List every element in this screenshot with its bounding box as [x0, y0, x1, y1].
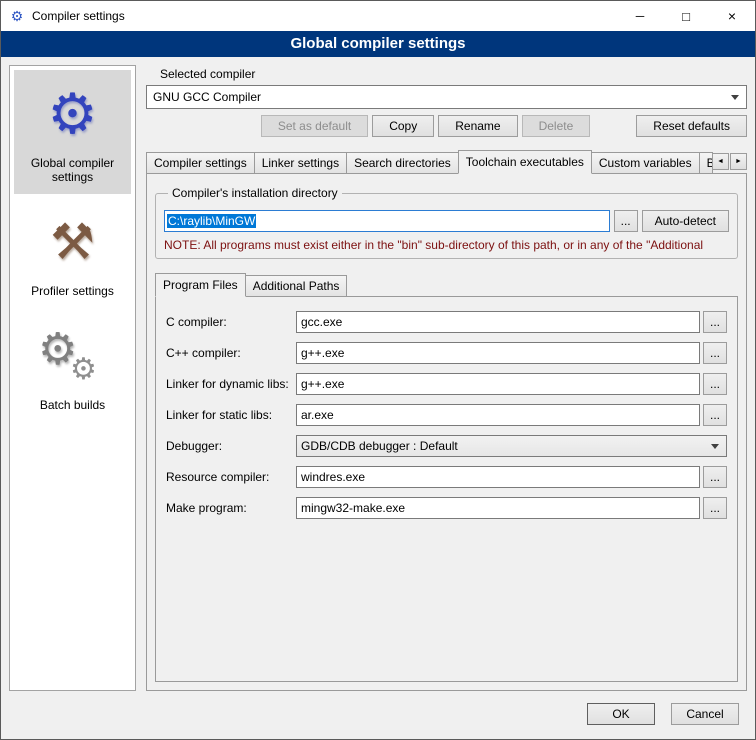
- profiler-hammer-icon: ⚒: [16, 206, 129, 278]
- field-row-debugger: Debugger: GDB/CDB debugger : Default: [166, 435, 727, 457]
- sidebar-item-global-compiler-settings[interactable]: ⚙ Global compiler settings: [14, 70, 131, 194]
- compiler-select[interactable]: GNU GCC Compiler: [146, 85, 747, 109]
- make-program-value: mingw32-make.exe: [301, 501, 405, 515]
- cpp-compiler-label: C++ compiler:: [166, 346, 296, 360]
- c-compiler-input[interactable]: gcc.exe: [296, 311, 700, 333]
- subtab-additional-paths[interactable]: Additional Paths: [245, 275, 348, 296]
- auto-detect-button[interactable]: Auto-detect: [642, 210, 729, 232]
- maximize-button[interactable]: □: [663, 1, 709, 31]
- bin-subdirectory-note: NOTE: All programs must exist either in …: [164, 238, 729, 252]
- dynamic-linker-input[interactable]: g++.exe: [296, 373, 700, 395]
- batch-builds-gears-icon: ⚙ ⚙: [16, 320, 129, 392]
- dynamic-linker-browse-button[interactable]: ...: [703, 373, 727, 395]
- installation-directory-row: C:\raylib\MinGW ... Auto-detect: [164, 210, 729, 232]
- sidebar-item-profiler-settings[interactable]: ⚒ Profiler settings: [14, 198, 131, 308]
- rename-button[interactable]: Rename: [438, 115, 517, 137]
- subtab-program-files[interactable]: Program Files: [155, 273, 246, 297]
- field-row-cpp-compiler: C++ compiler: g++.exe ...: [166, 342, 727, 364]
- installation-directory-input[interactable]: C:\raylib\MinGW: [164, 210, 610, 232]
- chevron-down-icon: [711, 444, 719, 449]
- dynamic-linker-value: g++.exe: [301, 377, 344, 391]
- c-compiler-browse-button[interactable]: ...: [703, 311, 727, 333]
- field-row-c-compiler: C compiler: gcc.exe ...: [166, 311, 727, 333]
- tab-build-options[interactable]: Build: [699, 152, 713, 173]
- cancel-button[interactable]: Cancel: [671, 703, 739, 725]
- ok-button[interactable]: OK: [587, 703, 655, 725]
- field-row-static-linker: Linker for static libs: ar.exe ...: [166, 404, 727, 426]
- settings-tabs: Compiler settings Linker settings Search…: [146, 149, 747, 173]
- make-program-label: Make program:: [166, 501, 296, 515]
- dialog-banner-title: Global compiler settings: [1, 31, 755, 57]
- cpp-compiler-value: g++.exe: [301, 346, 344, 360]
- static-linker-browse-button[interactable]: ...: [703, 404, 727, 426]
- installation-directory-group-title: Compiler's installation directory: [168, 186, 342, 200]
- tab-compiler-settings[interactable]: Compiler settings: [146, 152, 255, 173]
- field-row-make-program: Make program: mingw32-make.exe ...: [166, 497, 727, 519]
- toolchain-executables-panel: Compiler's installation directory C:\ray…: [146, 173, 747, 691]
- sidebar-item-batch-builds[interactable]: ⚙ ⚙ Batch builds: [14, 312, 131, 422]
- chevron-down-icon: [731, 95, 739, 100]
- tab-scroll-right-icon[interactable]: ►: [730, 153, 747, 170]
- sidebar-item-label: Batch builds: [16, 398, 129, 412]
- set-as-default-button[interactable]: Set as default: [261, 115, 368, 137]
- debugger-select[interactable]: GDB/CDB debugger : Default: [296, 435, 727, 457]
- compiler-settings-dialog: ⚙ Compiler settings ─ □ × Global compile…: [0, 0, 756, 740]
- debugger-label: Debugger:: [166, 439, 296, 453]
- installation-directory-value: C:\raylib\MinGW: [167, 214, 256, 228]
- global-compiler-gear-icon: ⚙: [16, 78, 129, 150]
- resource-compiler-label: Resource compiler:: [166, 470, 296, 484]
- tab-toolchain-executables[interactable]: Toolchain executables: [458, 150, 592, 174]
- debugger-select-value: GDB/CDB debugger : Default: [301, 439, 458, 453]
- window-title: Compiler settings: [32, 9, 125, 23]
- resource-compiler-value: windres.exe: [301, 470, 365, 484]
- app-icon: ⚙: [9, 8, 25, 24]
- c-compiler-value: gcc.exe: [301, 315, 342, 329]
- tab-linker-settings[interactable]: Linker settings: [254, 152, 347, 173]
- installation-directory-group: Compiler's installation directory C:\ray…: [155, 186, 738, 259]
- sidebar-item-label: Profiler settings: [16, 284, 129, 298]
- tab-scrollers: ◄ ►: [712, 153, 747, 170]
- cpp-compiler-browse-button[interactable]: ...: [703, 342, 727, 364]
- compiler-select-value: GNU GCC Compiler: [153, 90, 261, 104]
- minimize-button[interactable]: ─: [617, 1, 663, 31]
- reset-defaults-button[interactable]: Reset defaults: [636, 115, 747, 137]
- resource-compiler-browse-button[interactable]: ...: [703, 466, 727, 488]
- tab-search-directories[interactable]: Search directories: [346, 152, 459, 173]
- static-linker-input[interactable]: ar.exe: [296, 404, 700, 426]
- tab-custom-variables[interactable]: Custom variables: [591, 152, 700, 173]
- static-linker-value: ar.exe: [301, 408, 334, 422]
- small-gear-icon: ⚙: [70, 352, 97, 387]
- settings-category-sidebar: ⚙ Global compiler settings ⚒ Profiler se…: [9, 65, 136, 691]
- resource-compiler-input[interactable]: windres.exe: [296, 466, 700, 488]
- sidebar-item-label: Global compiler settings: [16, 156, 129, 184]
- close-button[interactable]: ×: [709, 1, 755, 31]
- program-files-panel: C compiler: gcc.exe ... C++ compiler: g+…: [155, 296, 738, 682]
- cpp-compiler-input[interactable]: g++.exe: [296, 342, 700, 364]
- compiler-actions: Set as default Copy Rename Delete Reset …: [146, 115, 747, 137]
- field-row-dynamic-linker: Linker for dynamic libs: g++.exe ...: [166, 373, 727, 395]
- make-program-browse-button[interactable]: ...: [703, 497, 727, 519]
- dialog-footer: OK Cancel: [1, 699, 755, 739]
- copy-button[interactable]: Copy: [372, 115, 434, 137]
- titlebar[interactable]: ⚙ Compiler settings ─ □ ×: [1, 1, 755, 31]
- window-controls: ─ □ ×: [617, 1, 755, 31]
- tab-scroll-left-icon[interactable]: ◄: [712, 153, 729, 170]
- c-compiler-label: C compiler:: [166, 315, 296, 329]
- main-content: Selected compiler GNU GCC Compiler Set a…: [146, 65, 747, 691]
- selected-compiler-label: Selected compiler: [160, 67, 747, 81]
- program-tabs: Program Files Additional Paths: [155, 273, 738, 296]
- dialog-body: ⚙ Global compiler settings ⚒ Profiler se…: [1, 57, 755, 699]
- delete-button[interactable]: Delete: [522, 115, 591, 137]
- dynamic-linker-label: Linker for dynamic libs:: [166, 377, 296, 391]
- make-program-input[interactable]: mingw32-make.exe: [296, 497, 700, 519]
- static-linker-label: Linker for static libs:: [166, 408, 296, 422]
- browse-directory-button[interactable]: ...: [614, 210, 638, 232]
- field-row-resource-compiler: Resource compiler: windres.exe ...: [166, 466, 727, 488]
